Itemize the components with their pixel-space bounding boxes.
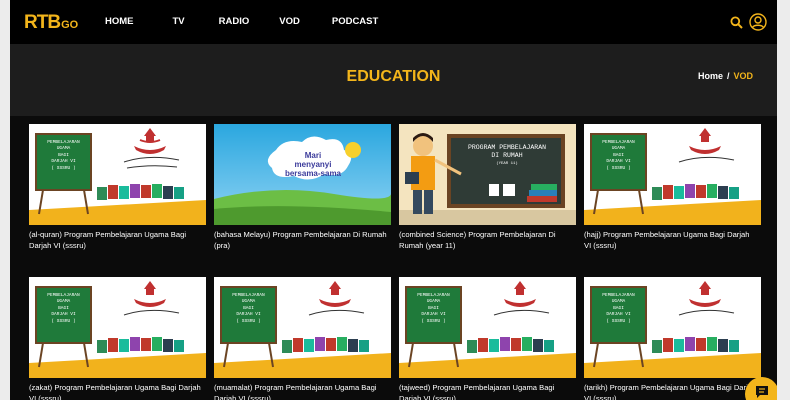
board-text: PEMBELAJARAN UGAMA BAGI DARJAH VI ( SSSR… xyxy=(594,293,643,325)
breadcrumb: Home / VOD xyxy=(698,71,753,81)
board-text: PEMBELAJARAN UGAMA BAGI DARJAH VI ( SSSR… xyxy=(39,140,88,172)
nav-home[interactable]: HOME xyxy=(105,16,134,27)
video-thumbnail[interactable]: PEMBELAJARAN UGAMA BAGI DARJAH VI ( SSSR… xyxy=(214,277,391,378)
nav-podcast[interactable]: PODCAST xyxy=(332,16,378,27)
user-icon[interactable] xyxy=(749,13,767,36)
video-card[interactable]: PEMBELAJARAN UGAMA BAGI DARJAH VI ( SSSR… xyxy=(584,124,761,251)
video-title[interactable]: (hajj) Program Pembelajaran Ugama Bagi D… xyxy=(584,229,761,251)
nav-tv[interactable]: TV xyxy=(173,16,185,27)
board-text: PEMBELAJARAN UGAMA BAGI DARJAH VI ( SSSR… xyxy=(409,293,458,325)
video-card[interactable]: PEMBELAJARAN UGAMA BAGI DARJAH VI ( SSSR… xyxy=(584,277,761,400)
main-nav: HOME TV RADIO VOD PODCAST xyxy=(105,16,378,27)
video-title[interactable]: (tarikh) Program Pembelajaran Ugama Bagi… xyxy=(584,382,761,400)
board-text: PEMBELAJARAN UGAMA BAGI DARJAH VI ( SSSR… xyxy=(224,293,273,325)
video-thumbnail[interactable]: PEMBELAJARAN UGAMA BAGI DARJAH VI ( SSSR… xyxy=(29,124,206,225)
board-line: ( SSSRU ) xyxy=(236,318,261,324)
logo-go-text: GO xyxy=(61,19,79,31)
video-title[interactable]: (muamalat) Program Pembelajaran Ugama Ba… xyxy=(214,382,391,400)
video-thumbnail[interactable]: PEMBELAJARAN UGAMA BAGI DARJAH VI ( SSSR… xyxy=(29,277,206,378)
breadcrumb-separator: / xyxy=(726,71,730,81)
board-line: ( SSSRU ) xyxy=(606,318,631,324)
video-card[interactable]: PEMBELAJARAN UGAMA BAGI DARJAH VI ( SSSR… xyxy=(29,124,206,251)
breadcrumb-current: VOD xyxy=(733,71,753,81)
chat-button[interactable] xyxy=(745,377,777,400)
breadcrumb-home[interactable]: Home xyxy=(698,71,723,81)
nav-radio[interactable]: RADIO xyxy=(219,16,250,27)
thumb-line: PROGRAM PEMBELAJARAN xyxy=(467,144,546,151)
thumb-line: Mari xyxy=(304,151,322,160)
thumb-line: (YEAR 11) xyxy=(496,162,518,166)
page-title: EDUCATION xyxy=(346,68,441,85)
thumb-title: PROGRAM PEMBELAJARAN DI RUMAH (YEAR 11) xyxy=(455,144,559,168)
video-title[interactable]: (combined Science) Program Pembelajaran … xyxy=(399,229,576,251)
page-header: EDUCATION Home / VOD xyxy=(10,44,777,116)
thumb-line: menyanyi xyxy=(294,160,332,169)
rtb-go-logo[interactable]: RTB GO xyxy=(24,12,78,34)
video-thumbnail[interactable]: PROGRAM PEMBELAJARAN DI RUMAH (YEAR 11) xyxy=(399,124,576,225)
video-title[interactable]: (al-quran) Program Pembelajaran Ugama Ba… xyxy=(29,229,206,251)
video-card[interactable]: Mari menyanyi bersama-sama (bahasa Melay… xyxy=(214,124,391,251)
board-line: ( SSSRU ) xyxy=(606,165,631,171)
video-thumbnail[interactable]: PEMBELAJARAN UGAMA BAGI DARJAH VI ( SSSR… xyxy=(399,277,576,378)
video-thumbnail[interactable]: PEMBELAJARAN UGAMA BAGI DARJAH VI ( SSSR… xyxy=(584,124,761,225)
video-card[interactable]: PEMBELAJARAN UGAMA BAGI DARJAH VI ( SSSR… xyxy=(214,277,391,400)
thumb-title: Mari menyanyi bersama-sama xyxy=(280,151,346,178)
chat-icon xyxy=(754,384,770,400)
video-card[interactable]: PROGRAM PEMBELAJARAN DI RUMAH (YEAR 11) … xyxy=(399,124,576,251)
video-title[interactable]: (bahasa Melayu) Program Pembelajaran Di … xyxy=(214,229,391,251)
video-thumbnail[interactable]: PEMBELAJARAN UGAMA BAGI DARJAH VI ( SSSR… xyxy=(584,277,761,378)
header-actions xyxy=(730,13,767,36)
board-text: PEMBELAJARAN UGAMA BAGI DARJAH VI ( SSSR… xyxy=(39,293,88,325)
video-thumbnail[interactable]: Mari menyanyi bersama-sama xyxy=(214,124,391,225)
nav-vod[interactable]: VOD xyxy=(279,16,300,27)
thumb-line: bersama-sama xyxy=(284,169,342,178)
video-title[interactable]: (zakat) Program Pembelajaran Ugama Bagi … xyxy=(29,382,206,400)
board-line: ( SSSRU ) xyxy=(51,165,76,171)
board-line: ( SSSRU ) xyxy=(421,318,446,324)
logo-main-text: RTB xyxy=(24,12,61,33)
video-card[interactable]: PEMBELAJARAN UGAMA BAGI DARJAH VI ( SSSR… xyxy=(399,277,576,400)
app-frame: RTB GO HOME TV RADIO VOD PODCAST EDUCATI… xyxy=(10,0,777,400)
top-navbar: RTB GO HOME TV RADIO VOD PODCAST xyxy=(10,0,777,44)
video-card[interactable]: PEMBELAJARAN UGAMA BAGI DARJAH VI ( SSSR… xyxy=(29,277,206,400)
board-line: ( SSSRU ) xyxy=(51,318,76,324)
search-icon[interactable] xyxy=(730,16,743,34)
video-title[interactable]: (tajweed) Program Pembelajaran Ugama Bag… xyxy=(399,382,576,400)
thumb-line: DI RUMAH xyxy=(491,152,523,159)
board-text: PEMBELAJARAN UGAMA BAGI DARJAH VI ( SSSR… xyxy=(594,140,643,172)
